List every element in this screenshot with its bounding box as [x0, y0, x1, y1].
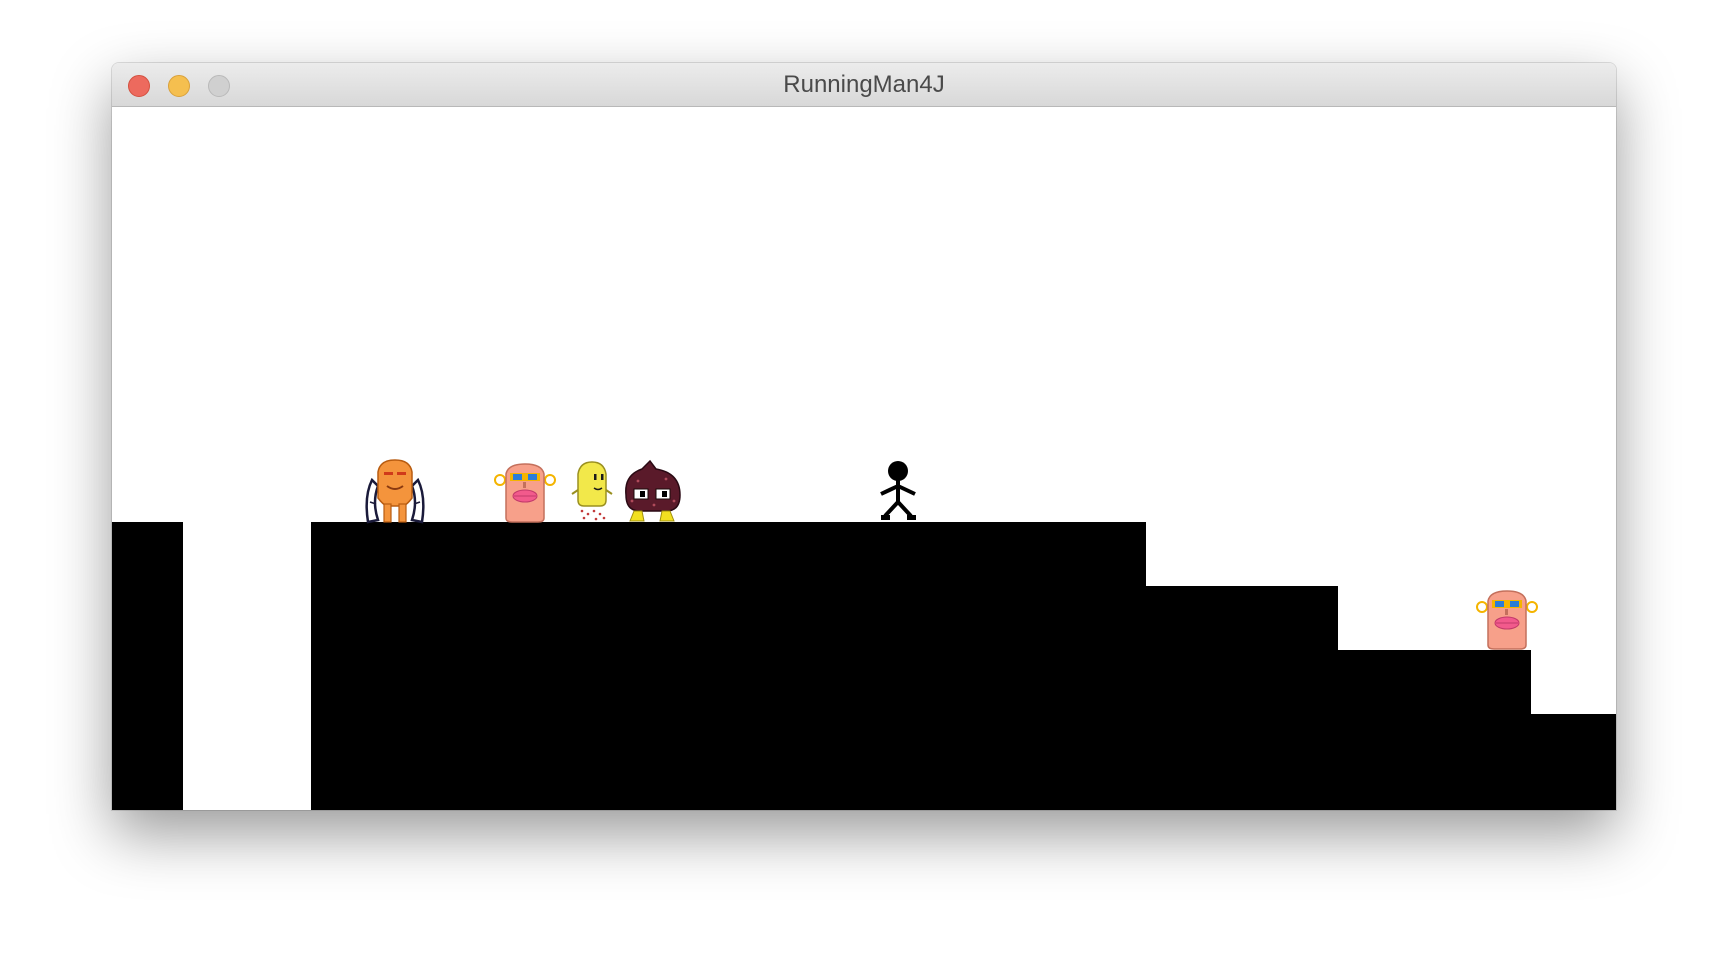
- terrain-step-3: [1530, 714, 1616, 810]
- terrain-step-2: [1337, 650, 1531, 810]
- window-title: RunningMan4J: [783, 71, 945, 98]
- game-canvas[interactable]: [112, 107, 1616, 810]
- pink-goggle-monster: [494, 463, 556, 523]
- terrain-step-1: [1145, 586, 1338, 810]
- game-window: RunningMan4J: [112, 63, 1616, 810]
- yellow-ghost-monster: [571, 461, 613, 521]
- orange-winged-monster: [365, 459, 425, 524]
- dark-spotted-blob-monster: [625, 459, 681, 522]
- stick-figure-player: [880, 461, 916, 520]
- terrain-main-platform: [311, 522, 1146, 810]
- pink-goggle-monster-2: [1476, 590, 1538, 650]
- title-bar[interactable]: RunningMan4J: [112, 63, 1616, 107]
- terrain-pillar-left: [112, 522, 183, 810]
